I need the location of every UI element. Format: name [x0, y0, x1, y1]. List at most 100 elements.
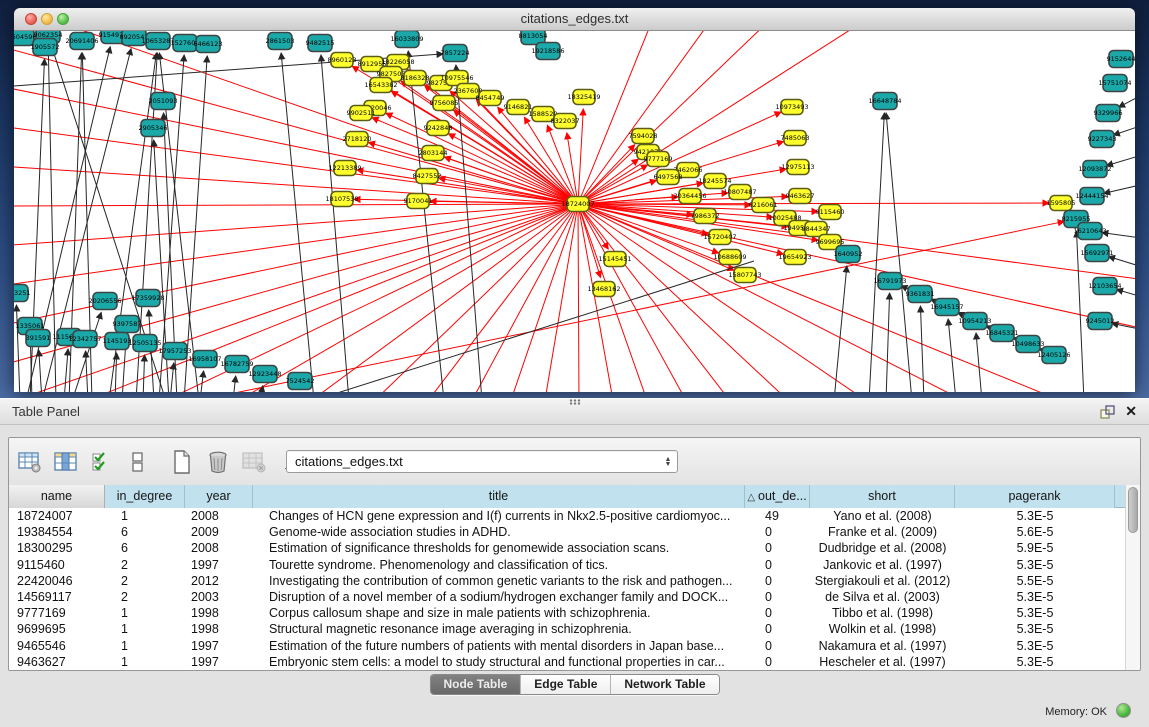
table-cell: 9465546 — [9, 638, 105, 654]
graph-node-label: 9245012 — [1086, 317, 1115, 325]
column-header-year[interactable]: year — [185, 485, 253, 508]
table-cell: Stergiakouli et al. (2012) — [810, 573, 955, 589]
select-columns-button[interactable] — [87, 447, 117, 477]
graph-node-label: 19218586 — [531, 47, 564, 55]
table-panel-title: Table Panel — [12, 399, 80, 425]
zoom-traffic-button[interactable] — [57, 13, 69, 25]
table-mode-button[interactable] — [15, 447, 45, 477]
table-row[interactable]: 1872400712008Changes of HCN gene express… — [9, 508, 1127, 524]
column-header-pagerank[interactable]: pagerank — [955, 485, 1115, 508]
table-body: 1872400712008Changes of HCN gene express… — [9, 508, 1127, 670]
tab-edge-table[interactable]: Edge Table — [520, 675, 610, 694]
table-cell: 14569117 — [9, 589, 105, 605]
graph-node-label: 16648784 — [868, 97, 901, 105]
splitter-handle[interactable] — [569, 399, 581, 405]
tab-network-table[interactable]: Network Table — [610, 675, 718, 694]
table-cell: 0 — [745, 557, 810, 573]
application-window: { "window": { "title": "citations_edges.… — [0, 0, 1149, 727]
table-row[interactable]: 2242004622012Investigating the contribut… — [9, 573, 1127, 589]
graph-node-label: 9482515 — [306, 39, 335, 47]
table-select-value: citations_edges.txt — [287, 454, 659, 469]
table-row[interactable]: 969969511998Structural magnetic resonanc… — [9, 621, 1127, 637]
column-header-out-de-[interactable]: △out_de... — [745, 485, 810, 508]
table-row[interactable]: 1830029562008Estimation of significance … — [9, 540, 1127, 556]
table-cell: 5.3E-5 — [955, 638, 1115, 654]
graph-node-label: 18245574 — [698, 177, 731, 185]
graph-node-label: 8186328 — [401, 74, 430, 82]
tab-node-table[interactable]: Node Table — [430, 675, 520, 694]
table-cell: 9777169 — [9, 605, 105, 621]
graph-node-label: 20691406 — [65, 37, 98, 45]
table-cell: 2008 — [185, 540, 253, 556]
row-height-button[interactable] — [123, 447, 153, 477]
graph-node-label: 12213389 — [328, 164, 361, 172]
column-header-in-degree[interactable]: in_degree — [105, 485, 185, 508]
table-cell: Dudbridge et al. (2008) — [810, 540, 955, 556]
table-cell: Estimation of the future numbers of pati… — [253, 638, 745, 654]
table-row[interactable]: 946362711997Embryonic stem cells: a mode… — [9, 654, 1127, 670]
graph-node-label: 15751074 — [1098, 79, 1131, 87]
table-cell: 6 — [105, 540, 185, 556]
graph-node-label: 12923448 — [248, 370, 281, 378]
table-cell: Jankovic et al. (1997) — [810, 557, 955, 573]
graph-node-label: 16543382 — [364, 81, 397, 89]
graph-node-label: 8813054 — [519, 32, 548, 40]
column-header-short[interactable]: short — [810, 485, 955, 508]
table-cell: 0 — [745, 573, 810, 589]
graph-node-label: 1640952 — [834, 250, 863, 258]
minimize-traffic-button[interactable] — [41, 13, 53, 25]
graph-node-label: 2905346 — [139, 124, 168, 132]
close-traffic-button[interactable] — [25, 13, 37, 25]
table-row[interactable]: 977716911998Corpus callosum shape and si… — [9, 605, 1127, 621]
table-row[interactable]: 1456911722003Disruption of a novel membe… — [9, 589, 1127, 605]
table-cell: 1998 — [185, 621, 253, 637]
table-cell: 1 — [105, 621, 185, 637]
graph-node-label: 16791973 — [873, 277, 906, 285]
graph-node-label: 18226058 — [381, 58, 414, 66]
create-column-button[interactable] — [167, 447, 197, 477]
table-scrollbar-thumb[interactable] — [1128, 487, 1138, 533]
table-select-dropdown[interactable]: citations_edges.txt ▲▼ — [286, 450, 678, 473]
network-canvas[interactable]: 1872400789601238912955182260589827503165… — [14, 31, 1135, 392]
graph-node-label: 391591 — [26, 334, 51, 342]
graph-node-label: 10688609 — [713, 253, 746, 261]
table-cell: 1997 — [185, 557, 253, 573]
table-cell: Disruption of a novel member of a sodium… — [253, 589, 745, 605]
graph-node-label: 12405126 — [1037, 351, 1070, 359]
table-row[interactable]: 911546021997Tourette syndrome. Phenomeno… — [9, 557, 1127, 573]
table-cell: 5.6E-5 — [955, 524, 1115, 540]
network-window-titlebar[interactable]: citations_edges.txt — [14, 8, 1135, 31]
column-header-title[interactable]: title — [253, 485, 745, 508]
graph-node-label: 9329966 — [1094, 109, 1123, 117]
table-scrollbar[interactable] — [1125, 485, 1140, 670]
delete-table-button[interactable] — [239, 447, 269, 477]
table-cell: 0 — [745, 605, 810, 621]
sort-indicator-icon: △ — [747, 492, 755, 503]
graph-node-label: 9397587 — [113, 320, 142, 328]
table-cell: Franke et al. (2009) — [810, 524, 955, 540]
graph-node-label: 10975546 — [440, 74, 473, 82]
graph-node-label: 18325419 — [567, 93, 600, 101]
graph-node-label: 9463627 — [786, 192, 815, 200]
network-window: citations_edges.txt 18724007896012389129… — [14, 8, 1135, 392]
table-cell: 0 — [745, 654, 810, 670]
table-cell: Changes of HCN gene expression and I(f) … — [253, 508, 745, 524]
delete-column-button[interactable] — [203, 447, 233, 477]
table-row[interactable]: 946554611997Estimation of the future num… — [9, 638, 1127, 654]
graph-node-label: 9777169 — [644, 155, 673, 163]
table-gear-icon — [18, 451, 42, 473]
graph-node-label: 7485063 — [781, 134, 810, 142]
table-row[interactable]: 1938455462009Genome-wide association stu… — [9, 524, 1127, 540]
table-type-tabs: Node TableEdge TableNetwork Table — [429, 674, 719, 695]
graph-node-label: 15720407 — [703, 233, 736, 241]
table-cell: 5.3E-5 — [955, 557, 1115, 573]
show-columns-button[interactable] — [51, 447, 81, 477]
table-cell: Estimation of significance thresholds fo… — [253, 540, 745, 556]
graph-node-label: 10973493 — [775, 103, 808, 111]
close-panel-icon[interactable]: ✕ — [1125, 403, 1137, 420]
float-panel-icon[interactable] — [1099, 404, 1115, 420]
table-cell: 5.5E-5 — [955, 573, 1115, 589]
column-header-name[interactable]: name — [9, 485, 105, 508]
table-cell: Corpus callosum shape and size in male p… — [253, 605, 745, 621]
table-cell: 22420046 — [9, 573, 105, 589]
